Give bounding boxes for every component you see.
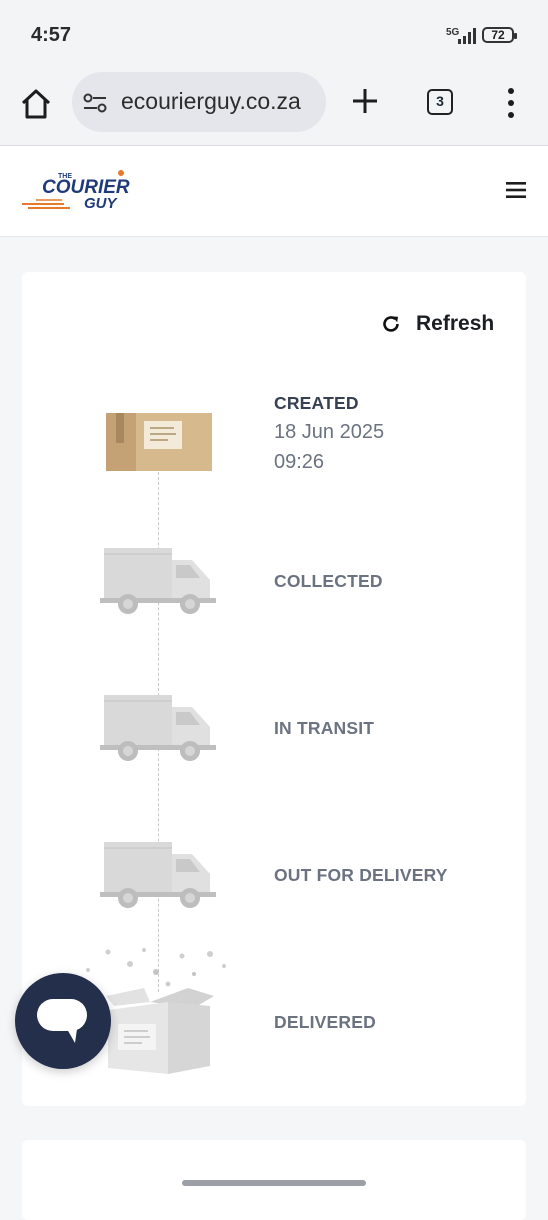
truck-icon [100, 842, 216, 908]
refresh-icon [383, 316, 399, 332]
browser-toolbar: ecourierguy.co.za 3 [0, 72, 548, 146]
refresh-button[interactable]: Refresh [380, 308, 494, 340]
courier-guy-logo[interactable]: THE COURIER GUY [22, 168, 154, 216]
home-icon[interactable] [18, 86, 54, 122]
more-vert-icon[interactable] [504, 86, 518, 120]
battery-icon: 72 [482, 27, 517, 43]
chat-bubble-icon [37, 999, 87, 1043]
url-text: ecourierguy.co.za [121, 88, 301, 114]
status-bar: 4:57 5G 72 [0, 0, 548, 72]
step-label-delivered: DELIVERED [274, 1012, 376, 1032]
refresh-label: Refresh [416, 312, 495, 335]
tab-count: 3 [436, 93, 444, 109]
hamburger-menu-icon[interactable] [506, 180, 526, 200]
step-label-out-for-delivery: OUT FOR DELIVERY [274, 865, 448, 885]
site-controls-icon[interactable] [82, 92, 110, 114]
plus-icon[interactable] [350, 86, 380, 116]
tabs-button[interactable]: 3 [427, 89, 453, 115]
clock: 4:57 [31, 24, 72, 46]
tracking-card: Refresh CREATED 18 Jun 2025 09:26 COLLEC… [22, 272, 526, 1106]
step-label-in-transit: IN TRANSIT [274, 718, 375, 738]
step-label-collected: COLLECTED [274, 571, 383, 591]
signal-icon [458, 28, 476, 44]
step-date-created: 18 Jun 2025 [274, 421, 385, 443]
truck-icon [100, 695, 216, 761]
step-label-created: CREATED [274, 393, 359, 413]
battery-level: 72 [491, 28, 505, 42]
gesture-bar [182, 1180, 366, 1186]
chat-button[interactable] [15, 973, 111, 1069]
site-header: THE COURIER GUY [0, 146, 548, 237]
truck-icon [100, 548, 216, 614]
step-time-created: 09:26 [274, 451, 325, 473]
parcel-icon [106, 413, 212, 471]
svg-text:GUY: GUY [84, 195, 119, 212]
address-bar[interactable]: ecourierguy.co.za [72, 72, 326, 132]
